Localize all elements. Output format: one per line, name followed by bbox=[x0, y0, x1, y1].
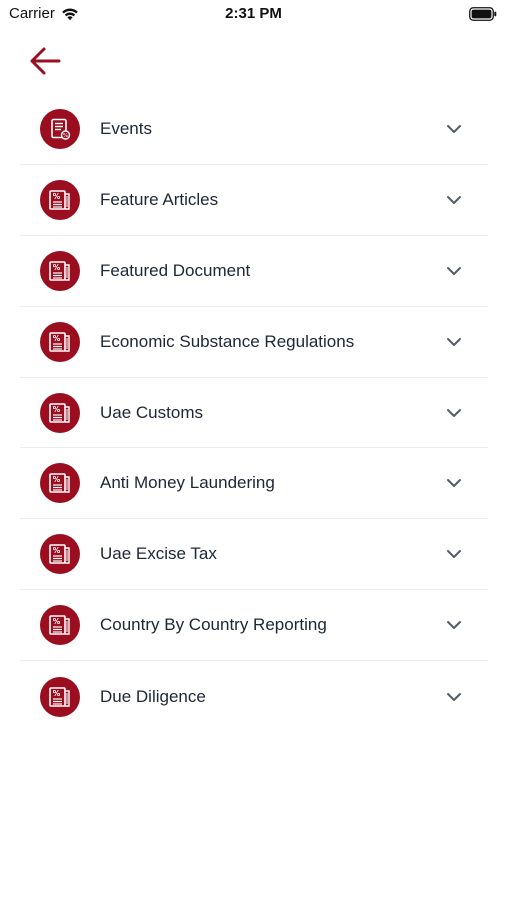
category-row[interactable]: % Featured Document bbox=[20, 236, 488, 307]
category-label: Feature Articles bbox=[100, 189, 219, 209]
chevron-down-icon bbox=[447, 337, 461, 346]
expand-button[interactable] bbox=[444, 544, 464, 564]
newspaper-percent-icon: % bbox=[49, 260, 70, 281]
category-row[interactable]: % Feature Articles bbox=[20, 165, 488, 236]
svg-text:%: % bbox=[53, 475, 61, 484]
svg-text:%: % bbox=[53, 405, 61, 414]
newspaper-percent-icon: % bbox=[49, 402, 70, 423]
chevron-down-icon bbox=[447, 479, 461, 488]
expand-button[interactable] bbox=[444, 190, 464, 210]
category-label: Uae Excise Tax bbox=[100, 544, 217, 564]
category-icon: % bbox=[40, 676, 80, 717]
category-label: Due Diligence bbox=[100, 686, 206, 706]
chevron-down-icon bbox=[447, 408, 461, 417]
chevron-down-icon bbox=[447, 621, 461, 630]
category-icon: % bbox=[40, 179, 80, 220]
newspaper-percent-icon: % bbox=[49, 686, 70, 707]
expand-button[interactable] bbox=[444, 615, 464, 635]
category-label: Economic Substance Regulations bbox=[100, 331, 355, 351]
svg-text:%: % bbox=[53, 263, 61, 272]
back-button[interactable] bbox=[27, 44, 63, 78]
category-row[interactable]: % Uae Excise Tax bbox=[20, 519, 488, 591]
expand-button[interactable] bbox=[444, 403, 464, 423]
category-row[interactable]: % Anti Money Laundering bbox=[20, 448, 488, 520]
svg-text:%: % bbox=[53, 192, 61, 201]
category-icon: % bbox=[40, 534, 80, 575]
svg-text:%: % bbox=[53, 617, 61, 626]
category-label: Anti Money Laundering bbox=[100, 473, 275, 493]
expand-button[interactable] bbox=[444, 473, 464, 493]
svg-text:%: % bbox=[53, 334, 61, 343]
category-icon: % bbox=[40, 463, 80, 504]
newspaper-percent-icon: % bbox=[49, 331, 70, 352]
expand-button[interactable] bbox=[444, 119, 464, 139]
newspaper-percent-icon: % bbox=[49, 473, 70, 494]
chevron-down-icon bbox=[447, 692, 461, 701]
category-label: Events bbox=[100, 118, 152, 138]
svg-text:%: % bbox=[53, 689, 61, 698]
document-icon: % bbox=[51, 118, 71, 140]
chevron-down-icon bbox=[447, 195, 461, 204]
status-bar: Carrier 2:31 PM bbox=[0, 0, 507, 30]
chevron-down-icon bbox=[447, 266, 461, 275]
expand-button[interactable] bbox=[444, 332, 464, 352]
newspaper-percent-icon: % bbox=[49, 190, 70, 210]
category-row[interactable]: % Due Diligence bbox=[20, 661, 488, 732]
svg-text:%: % bbox=[53, 546, 61, 555]
arrow-left-icon bbox=[30, 47, 61, 75]
newspaper-percent-icon: % bbox=[49, 615, 70, 635]
newspaper-percent-icon: % bbox=[49, 544, 70, 565]
category-icon: % bbox=[40, 605, 80, 646]
category-label: Featured Document bbox=[100, 260, 251, 280]
category-list: % Events% Feature Articles% Featured Docume… bbox=[20, 94, 488, 732]
chevron-down-icon bbox=[447, 550, 461, 559]
expand-button[interactable] bbox=[444, 261, 464, 281]
chevron-down-icon bbox=[447, 124, 461, 133]
category-icon: % bbox=[40, 108, 80, 149]
category-icon: % bbox=[40, 392, 80, 433]
category-row[interactable]: % Events bbox=[20, 94, 488, 165]
category-row[interactable]: % Economic Substance Regulations bbox=[20, 307, 488, 378]
battery-icon bbox=[469, 7, 497, 26]
svg-text:%: % bbox=[63, 133, 68, 139]
category-icon: % bbox=[40, 321, 80, 362]
category-icon: % bbox=[40, 250, 80, 291]
expand-button[interactable] bbox=[444, 687, 464, 707]
category-row[interactable]: % Country By Country Reporting bbox=[20, 590, 488, 662]
status-time: 2:31 PM bbox=[225, 5, 282, 22]
category-label: Uae Customs bbox=[100, 402, 203, 422]
category-row[interactable]: % Uae Customs bbox=[20, 378, 488, 449]
category-label: Country By Country Reporting bbox=[100, 615, 327, 635]
